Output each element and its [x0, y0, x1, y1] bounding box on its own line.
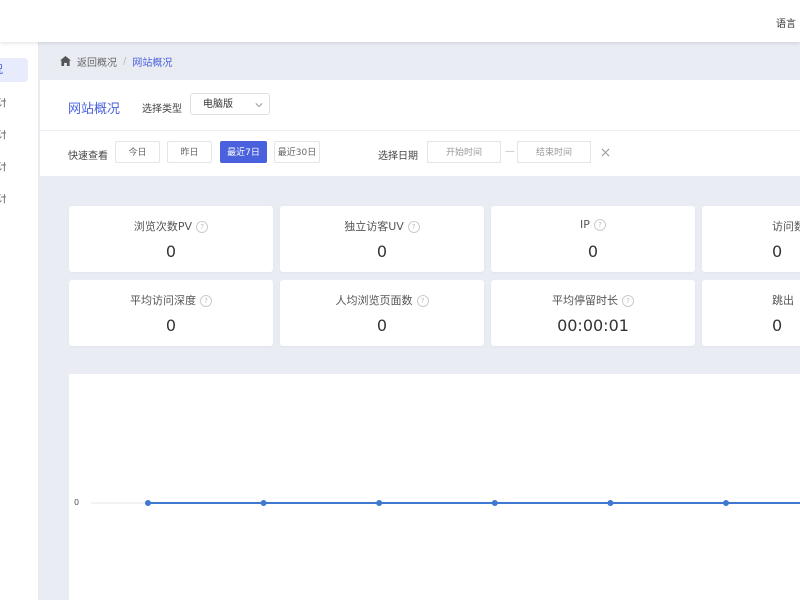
- top-bar: 语言: [0, 0, 800, 42]
- quick-yesterday-button[interactable]: 昨日: [167, 141, 212, 163]
- data-point[interactable]: [376, 500, 383, 506]
- sidebar-item-stats-4[interactable]: 计: [0, 194, 6, 204]
- type-label: 选择类型: [142, 104, 182, 115]
- help-icon[interactable]: ?: [200, 295, 212, 307]
- metric-card-avg-duration: 平均停留时长? 00:00:01: [491, 280, 695, 346]
- breadcrumb: 返回概况 / 网站概况: [60, 52, 172, 70]
- metric-value: 0: [376, 242, 388, 261]
- metric-label: IP: [580, 218, 590, 231]
- metric-card-avg-depth: 平均访问深度? 0: [69, 280, 273, 346]
- metric-label: 浏览次数PV: [133, 220, 193, 233]
- sidebar: 况 计 计 计 计: [0, 42, 39, 600]
- sidebar-item-stats-1[interactable]: 计: [0, 98, 6, 108]
- quick-today-button[interactable]: 今日: [115, 141, 160, 163]
- metric-label: 平均停留时长: [552, 294, 618, 307]
- data-point[interactable]: [145, 500, 151, 506]
- date-range-separator: —: [505, 146, 515, 157]
- data-point[interactable]: [491, 500, 498, 506]
- metric-card-bounce: 跳出 0: [702, 280, 800, 346]
- home-icon[interactable]: [60, 56, 71, 66]
- metric-card-ip: IP? 0: [491, 206, 695, 272]
- page-title: 网站概况: [68, 102, 121, 117]
- metric-label: 独立访客UV: [344, 220, 404, 233]
- clear-icon[interactable]: [601, 148, 610, 157]
- metric-label: 跳出: [772, 294, 794, 307]
- type-select-value: 电脑版: [203, 99, 233, 110]
- trend-chart-svg: [91, 500, 800, 506]
- metric-value: 0: [165, 242, 177, 261]
- metric-card-pages-per-user: 人均浏览页面数? 0: [280, 280, 484, 346]
- sidebar-item-label: 况: [0, 58, 28, 82]
- metric-card-pv: 浏览次数PV? 0: [69, 206, 273, 272]
- help-icon[interactable]: ?: [593, 219, 606, 231]
- sidebar-item-overview[interactable]: 况: [0, 58, 28, 82]
- sidebar-item-stats-2[interactable]: 计: [0, 130, 6, 140]
- metric-card-uv: 独立访客UV? 0: [280, 206, 484, 272]
- metric-label: 人均浏览页面数: [335, 294, 413, 307]
- metric-value: 0: [772, 316, 783, 335]
- metric-value: 0: [165, 316, 177, 335]
- filter-panel: 网站概况 选择类型 电脑版 快速查看 今日 昨日 最近7日 最近30日 选择日期…: [40, 80, 800, 176]
- metric-label: 访问数: [772, 220, 800, 233]
- metric-label: 平均访问深度: [130, 294, 196, 307]
- type-select[interactable]: 电脑版: [190, 93, 270, 115]
- help-icon[interactable]: ?: [196, 221, 209, 233]
- language-switcher[interactable]: 语言: [776, 15, 800, 30]
- data-point[interactable]: [607, 500, 614, 506]
- breadcrumb-separator: /: [123, 55, 127, 67]
- metric-value: 0: [376, 316, 388, 335]
- y-tick-label: 0: [74, 498, 80, 507]
- quick-last7-button[interactable]: 最近7日: [220, 141, 267, 163]
- data-point[interactable]: [723, 500, 729, 506]
- breadcrumb-back-link[interactable]: 返回概况: [77, 54, 117, 69]
- quick-last30-button[interactable]: 最近30日: [274, 141, 320, 163]
- metric-value: 00:00:01: [557, 316, 629, 335]
- trend-chart: [69, 374, 800, 600]
- data-point[interactable]: [260, 500, 267, 506]
- help-icon[interactable]: ?: [407, 221, 420, 233]
- end-date-input[interactable]: 结束时间: [517, 141, 591, 163]
- help-icon[interactable]: ?: [416, 295, 429, 307]
- breadcrumb-current: 网站概况: [132, 57, 173, 69]
- chevron-down-icon: [255, 103, 263, 108]
- sidebar-item-stats-3[interactable]: 计: [0, 162, 6, 172]
- metric-card-visits: 访问数 0: [702, 206, 800, 272]
- help-icon[interactable]: ?: [622, 295, 634, 307]
- metric-value: 0: [587, 242, 599, 261]
- date-label: 选择日期: [378, 151, 418, 162]
- metric-value: 0: [772, 242, 783, 261]
- panel-divider: [40, 130, 800, 131]
- quick-view-label: 快速查看: [68, 151, 108, 162]
- start-date-input[interactable]: 开始时间: [427, 141, 501, 163]
